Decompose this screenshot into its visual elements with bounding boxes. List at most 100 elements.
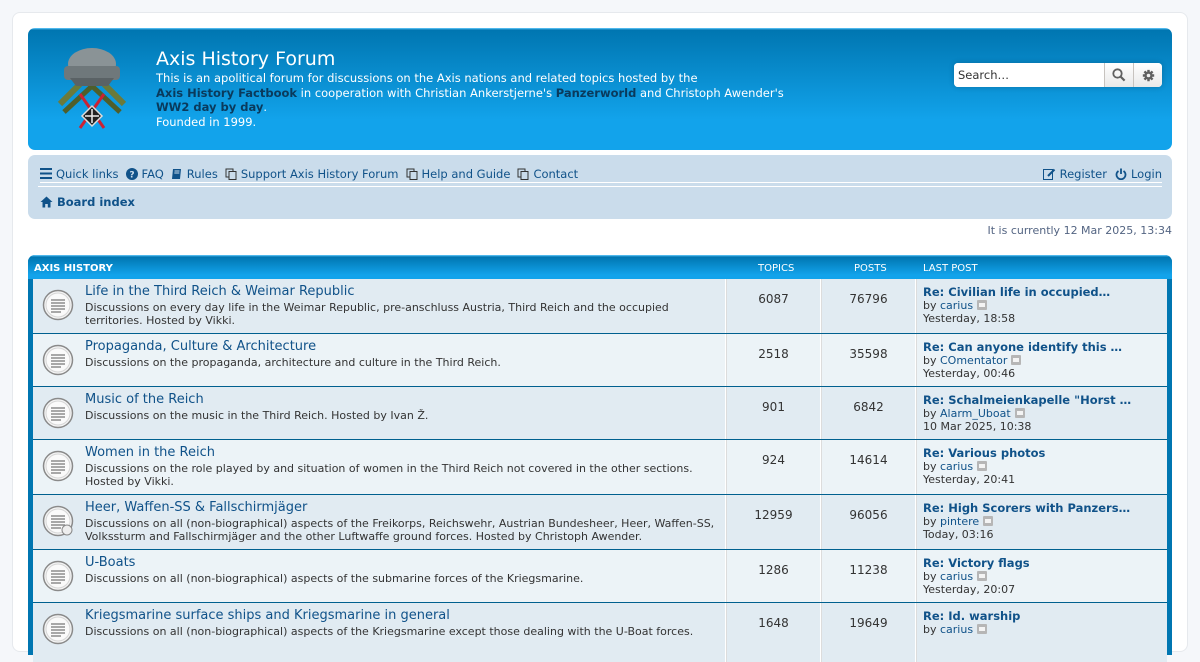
site-title[interactable]: Axis History Forum — [156, 48, 335, 70]
forum-last-post: Re: High Scorers with Panzers… by pinter… — [916, 495, 1167, 549]
col-header-posts: Posts — [854, 263, 887, 274]
view-latest-post-icon[interactable] — [1011, 355, 1022, 365]
forum-title-link[interactable]: Propaganda, Culture & Architecture — [85, 339, 725, 355]
view-latest-post-icon[interactable] — [977, 461, 988, 471]
view-latest-post-icon[interactable] — [977, 300, 988, 310]
forum-title-link[interactable]: Music of the Reich — [85, 392, 725, 408]
last-post-by-label: by — [923, 354, 937, 367]
forum-posts-count: 76796 — [821, 279, 916, 333]
panzerworld-link[interactable]: Panzerworld — [556, 86, 637, 100]
forum-title-link[interactable]: Heer, Waffen-SS & Fallschirmjäger — [85, 500, 725, 516]
svg-text:?: ? — [129, 170, 134, 180]
search-box — [954, 63, 1162, 87]
forum-posts-count: 11238 — [821, 550, 916, 602]
site-description: This is an apolitical forum for discussi… — [156, 71, 784, 129]
forum-read-icon — [42, 560, 74, 592]
forum-description: Discussions on the role played by and si… — [85, 462, 693, 488]
last-post-title-link[interactable]: Re: Can anyone identify this … — [923, 340, 1161, 354]
last-post-by-label: by — [923, 460, 937, 473]
forum-title-link[interactable]: Women in the Reich — [85, 445, 725, 461]
last-post-author-link[interactable]: carius — [940, 570, 973, 583]
forum-title-link[interactable]: U-Boats — [85, 555, 725, 571]
last-post-title-link[interactable]: Re: Various photos — [923, 446, 1161, 460]
navbar: Quick links ? FAQ Rules Support Axis His… — [28, 155, 1172, 219]
last-post-author-link[interactable]: Alarm_Uboat — [940, 407, 1011, 420]
current-time: It is currently 12 Mar 2025, 13:34 — [987, 224, 1172, 237]
nav-contact[interactable]: Contact — [517, 167, 578, 181]
forum-row: Kriegsmarine surface ships and Kriegsmar… — [33, 602, 1167, 662]
forum-last-post: Re: Can anyone identify this … by COment… — [916, 334, 1167, 386]
nav-faq[interactable]: ? FAQ — [125, 167, 164, 181]
ww2-day-by-day-link[interactable]: WW2 day by day — [156, 100, 263, 114]
register-link[interactable]: Register — [1042, 167, 1107, 181]
forum-info: Kriegsmarine surface ships and Kriegsmar… — [33, 603, 726, 662]
forum-info: Heer, Waffen-SS & Fallschirmjäger Discus… — [33, 495, 726, 549]
forum-title-link[interactable]: Kriegsmarine surface ships and Kriegsmar… — [85, 608, 725, 624]
view-latest-post-icon[interactable] — [1014, 408, 1025, 418]
forum-posts-count: 96056 — [821, 495, 916, 549]
edit-icon — [1042, 168, 1055, 180]
login-link[interactable]: Login — [1115, 167, 1162, 181]
menu-icon — [40, 168, 52, 179]
nav-links: Quick links ? FAQ Rules Support Axis His… — [40, 165, 1162, 183]
forum-read-icon — [42, 613, 74, 645]
advanced-search-button[interactable] — [1133, 63, 1162, 87]
nav-help[interactable]: Help and Guide — [406, 167, 510, 181]
nav-quick-links[interactable]: Quick links — [40, 167, 119, 181]
forum-description: Discussions on all (non-biographical) as… — [85, 517, 715, 543]
home-icon — [40, 196, 53, 208]
last-post-author-link[interactable]: pintere — [940, 515, 979, 528]
forum-posts-count: 19649 — [821, 603, 916, 662]
forum-topics-count: 901 — [726, 387, 821, 439]
col-header-last-post: Last post — [923, 263, 978, 274]
view-latest-post-icon[interactable] — [983, 516, 994, 526]
forum-section-header: Axis History Topics Posts Last post — [28, 255, 1172, 279]
view-latest-post-icon[interactable] — [977, 624, 988, 634]
forum-info: U-Boats Discussions on all (non-biograph… — [33, 550, 726, 602]
section-name[interactable]: Axis History — [34, 263, 113, 274]
forum-last-post: Re: Schalmeienkapelle "Horst … by Alarm_… — [916, 387, 1167, 439]
forum-description: Discussions on all (non-biographical) as… — [85, 625, 694, 638]
forum-read-icon — [42, 397, 74, 429]
site-logo[interactable] — [50, 42, 134, 140]
last-post-time: Yesterday, 00:46 — [923, 367, 1016, 380]
forum-posts-count: 6842 — [821, 387, 916, 439]
forum-list: Life in the Third Reich & Weimar Republi… — [33, 279, 1167, 662]
nav-support[interactable]: Support Axis History Forum — [225, 167, 399, 181]
last-post-author-link[interactable]: carius — [940, 299, 973, 312]
external-link-icon — [225, 168, 237, 180]
forum-posts-count: 35598 — [821, 334, 916, 386]
question-circle-icon: ? — [125, 167, 138, 180]
forum-topics-count: 6087 — [726, 279, 821, 333]
forum-topics-count: 12959 — [726, 495, 821, 549]
last-post-author-link[interactable]: carius — [940, 460, 973, 473]
last-post-author-link[interactable]: COmentator — [940, 354, 1007, 367]
last-post-time: Yesterday, 20:07 — [923, 583, 1016, 596]
last-post-title-link[interactable]: Re: Id. warship — [923, 609, 1161, 623]
forum-row: Propaganda, Culture & Architecture Discu… — [33, 333, 1167, 386]
forum-posts-count: 14614 — [821, 440, 916, 494]
forum-topics-count: 2518 — [726, 334, 821, 386]
forum-info: Propaganda, Culture & Architecture Discu… — [33, 334, 726, 386]
page-wrapper: Axis History Forum This is an apolitical… — [12, 12, 1188, 662]
search-button[interactable] — [1104, 63, 1133, 87]
forum-topics-count: 1286 — [726, 550, 821, 602]
last-post-title-link[interactable]: Re: Victory flags — [923, 556, 1161, 570]
last-post-by-label: by — [923, 570, 937, 583]
search-input[interactable] — [954, 63, 1104, 87]
last-post-title-link[interactable]: Re: Schalmeienkapelle "Horst … — [923, 393, 1161, 407]
power-icon — [1115, 168, 1127, 180]
last-post-time: Yesterday, 20:41 — [923, 473, 1016, 486]
forum-read-icon — [42, 450, 74, 482]
nav-rules[interactable]: Rules — [171, 167, 218, 181]
view-latest-post-icon[interactable] — [977, 571, 988, 581]
forum-description: Discussions on every day life in the Wei… — [85, 301, 669, 327]
factbook-link[interactable]: Axis History Factbook — [156, 86, 297, 100]
forum-read-icon — [42, 289, 74, 321]
last-post-title-link[interactable]: Re: High Scorers with Panzers… — [923, 501, 1161, 515]
forum-row: Heer, Waffen-SS & Fallschirmjäger Discus… — [33, 494, 1167, 549]
forum-title-link[interactable]: Life in the Third Reich & Weimar Republi… — [85, 284, 725, 300]
search-icon — [1112, 68, 1126, 82]
breadcrumb-board-index[interactable]: Board index — [40, 195, 135, 209]
last-post-title-link[interactable]: Re: Civilian life in occupied… — [923, 285, 1161, 299]
